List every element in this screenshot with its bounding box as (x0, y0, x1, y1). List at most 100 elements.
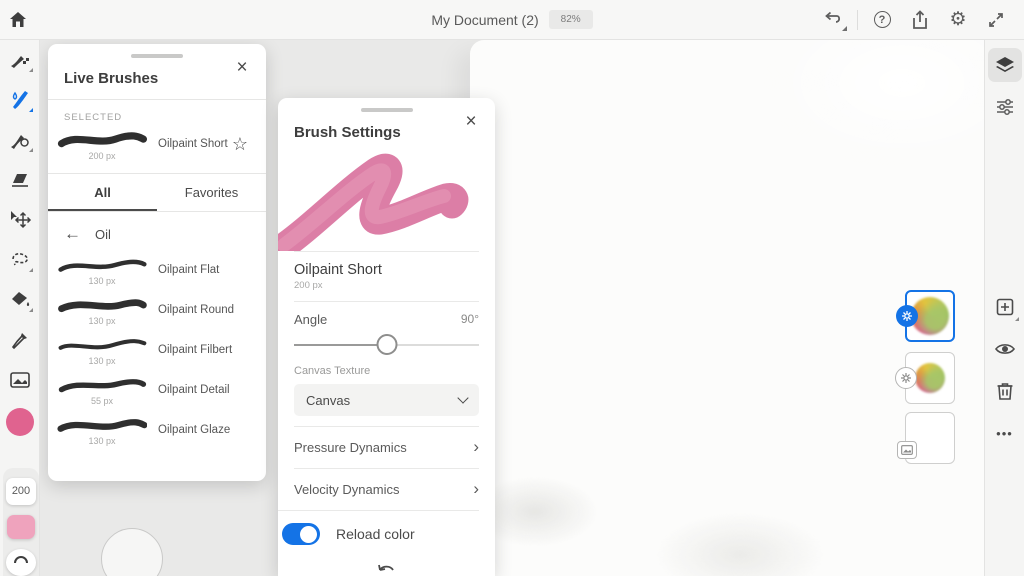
tool-options-indicator (29, 268, 33, 272)
adjustments-icon (995, 97, 1015, 117)
layer-2-preview (915, 363, 945, 393)
add-layer-button[interactable] (988, 290, 1022, 324)
brush-option-stack: 200 (3, 468, 39, 576)
pressure-dynamics-row[interactable]: Pressure Dynamics › (294, 427, 479, 468)
place-image-icon (9, 371, 31, 389)
reset-icon (376, 563, 398, 576)
chevron-down-icon (457, 392, 468, 403)
reload-color-toggle[interactable] (282, 523, 320, 545)
place-image-tool[interactable] (0, 360, 40, 400)
background-layer-thumbnail[interactable] (905, 412, 955, 464)
background-layer-badge (897, 441, 917, 459)
brush-list-item[interactable]: 130 px Oilpaint Round (48, 290, 266, 330)
color-picker[interactable] (0, 400, 40, 440)
selected-brush-row[interactable]: 200 px Oilpaint Short ☆ (48, 123, 266, 165)
brush-stroke-preview (57, 254, 147, 278)
brush-category-back[interactable]: ← Oil (48, 212, 266, 250)
pink-stroke-preview (278, 147, 495, 251)
layer-1-thumbnail[interactable] (905, 290, 955, 342)
lasso-tool[interactable] (0, 240, 40, 280)
more-options-button[interactable]: ••• (988, 416, 1022, 450)
pixel-brush-tool[interactable] (0, 40, 40, 80)
undo-icon (823, 11, 843, 29)
live-brushes-panel: × Live Brushes SELECTED 200 px Oilpaint … (48, 44, 266, 481)
fullscreen-button[interactable] (978, 5, 1014, 35)
expand-icon (987, 11, 1005, 29)
share-button[interactable] (902, 5, 938, 35)
brush-settings-panel: × Brush Settings Oilpaint Short 200 px A… (278, 98, 495, 576)
brush-size-label: 55 px (54, 396, 150, 406)
zoom-badge[interactable]: 82% (549, 10, 593, 29)
angle-section: Angle 90° Canvas Texture Canvas (294, 301, 479, 426)
canvas-texture-dropdown[interactable]: Canvas (294, 384, 479, 416)
help-button[interactable]: ? (864, 5, 900, 35)
tab-favorites[interactable]: Favorites (157, 174, 266, 211)
oil-layer-icon (900, 372, 912, 384)
canvas-texture-label: Canvas Texture (294, 365, 479, 377)
back-arrow-icon: ← (64, 224, 81, 244)
pixel-brush-icon (9, 49, 31, 71)
layer-2-oil-badge[interactable] (895, 367, 917, 389)
touch-shortcut[interactable] (101, 528, 163, 576)
right-taskbar: ••• (984, 40, 1024, 576)
brush-name: Oilpaint Short (294, 262, 479, 278)
live-brush-tool-selected[interactable] (0, 80, 40, 120)
brush-list-item[interactable]: 55 px Oilpaint Detail (48, 370, 266, 410)
fill-tool[interactable] (0, 280, 40, 320)
brush-size-label: 200 px (54, 151, 150, 161)
layer-1-oil-badge[interactable] (896, 305, 918, 327)
tool-options-indicator (29, 108, 33, 112)
live-oil-layer-icon (901, 310, 913, 322)
angle-slider[interactable] (294, 333, 479, 357)
flow-icon (12, 554, 30, 572)
panel-drag-handle[interactable] (131, 54, 183, 58)
document-title[interactable]: My Document (2) (431, 12, 538, 28)
close-button[interactable]: × (230, 56, 254, 80)
brush-size-label: 130 px (54, 356, 150, 366)
eraser-tool[interactable] (0, 160, 40, 200)
layer-2-thumbnail[interactable] (905, 352, 955, 404)
close-button[interactable]: × (459, 110, 483, 134)
settings-button[interactable]: ⚙ (940, 5, 976, 35)
brush-name-label: Oilpaint Short (150, 138, 232, 150)
brush-size-label: 130 px (54, 276, 150, 286)
brush-stroke-preview (57, 127, 147, 153)
category-label: Oil (95, 227, 111, 242)
undo-button[interactable] (815, 5, 851, 35)
panel-drag-handle[interactable] (361, 108, 413, 112)
chevron-right-icon: › (473, 484, 479, 494)
tool-options-indicator (29, 68, 33, 72)
delete-layer-button[interactable] (988, 374, 1022, 408)
tool-options-indicator (29, 148, 33, 152)
velocity-dynamics-row[interactable]: Velocity Dynamics › (294, 469, 479, 510)
brush-name-label: Oilpaint Filbert (150, 344, 256, 356)
layers-panel-button[interactable] (988, 48, 1022, 82)
brush-stroke-preview (57, 294, 147, 318)
tab-all[interactable]: All (48, 174, 157, 211)
lasso-icon (9, 249, 31, 271)
brush-list-item[interactable]: 130 px Oilpaint Glaze (48, 410, 266, 450)
angle-label: Angle (294, 312, 327, 327)
slider-knob[interactable] (376, 334, 397, 355)
reset-brush-button[interactable] (278, 555, 495, 576)
undo-history-indicator (842, 26, 847, 31)
move-tool[interactable] (0, 200, 40, 240)
app-window: My Document (2) 82% ? ⚙ (0, 0, 1024, 576)
favorite-star-icon[interactable]: ☆ (232, 134, 256, 155)
layer-visibility-button[interactable] (988, 332, 1022, 366)
brush-list-item[interactable]: 130 px Oilpaint Flat (48, 250, 266, 290)
current-color-swatch (6, 408, 34, 436)
brush-size-indicator[interactable]: 200 (6, 478, 36, 505)
brush-flow-control[interactable] (6, 549, 36, 576)
paint-bucket-icon (9, 290, 31, 310)
layer-properties-button[interactable] (988, 90, 1022, 124)
brush-opacity-swatch[interactable] (7, 515, 35, 540)
mixer-brush-tool[interactable] (0, 120, 40, 160)
brush-list-item[interactable]: 130 px Oilpaint Filbert (48, 330, 266, 370)
eraser-icon (9, 170, 31, 190)
eyedropper-tool[interactable] (0, 320, 40, 360)
selected-label: SELECTED (48, 100, 266, 123)
home-button[interactable] (0, 5, 36, 35)
brush-name-label: Oilpaint Flat (150, 264, 256, 276)
brush-stroke-preview-area (278, 147, 495, 251)
